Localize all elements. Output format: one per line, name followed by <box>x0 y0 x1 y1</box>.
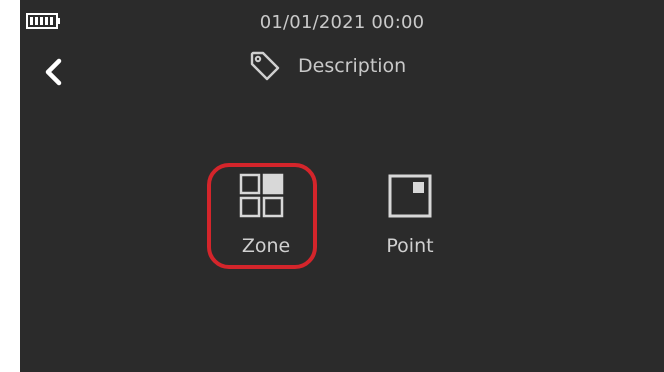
point-mode-button[interactable]: Point <box>355 163 465 269</box>
point-square-icon <box>388 174 432 218</box>
chevron-left-icon <box>45 58 62 86</box>
page-title: Description <box>298 55 407 77</box>
page-header: Description <box>248 48 406 84</box>
zone-mode-label: Zone <box>241 235 291 257</box>
datetime-display: 01/01/2021 00:00 <box>259 12 425 33</box>
zone-mode-button[interactable]: Zone <box>207 163 317 269</box>
zone-grid-icon <box>239 173 284 218</box>
back-button[interactable] <box>42 56 66 88</box>
point-mode-label: Point <box>386 235 434 257</box>
device-screen: 01/01/2021 00:00 Description Zone Point <box>20 0 664 372</box>
tag-icon <box>250 51 280 81</box>
